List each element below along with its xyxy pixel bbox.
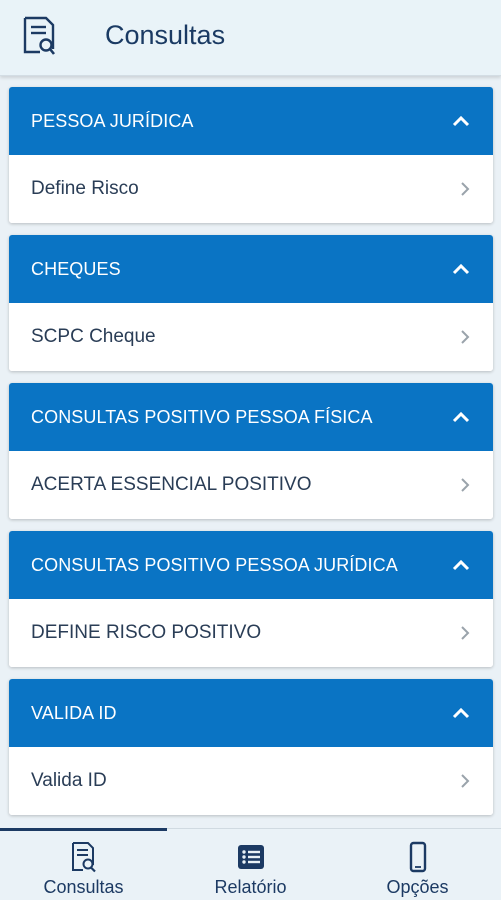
- list-icon: [237, 845, 264, 869]
- section-card: CONSULTAS POSITIVO PESSOA FÍSICA ACERTA …: [9, 383, 493, 519]
- chevron-up-icon: [452, 115, 470, 127]
- nav-item-relatorio[interactable]: Relatório: [167, 829, 334, 900]
- section-item-label: DEFINE RISCO POSITIVO: [31, 622, 262, 643]
- section-header-label: CHEQUES: [31, 258, 121, 279]
- section-card: CONSULTAS POSITIVO PESSOA JURÍDICA DEFIN…: [9, 531, 493, 667]
- section-item[interactable]: Define Risco: [9, 155, 493, 223]
- phone-icon: [409, 841, 426, 873]
- section-header-label: CONSULTAS POSITIVO PESSOA JURÍDICA: [31, 554, 398, 575]
- section-header-label: PESSOA JURÍDICA: [31, 110, 194, 131]
- chevron-up-icon: [452, 263, 470, 275]
- section-item[interactable]: ACERTA ESSENCIAL POSITIVO: [9, 451, 493, 519]
- section-header[interactable]: CONSULTAS POSITIVO PESSOA JURÍDICA: [9, 531, 493, 599]
- document-search-icon: [23, 16, 56, 55]
- chevron-up-icon: [452, 559, 470, 571]
- page-title: Consultas: [105, 20, 226, 50]
- section-card: CHEQUES SCPC Cheque: [9, 235, 493, 371]
- chevron-right-icon: [461, 330, 470, 344]
- section-item-label: SCPC Cheque: [31, 326, 156, 347]
- section-item-label: ACERTA ESSENCIAL POSITIVO: [31, 474, 312, 495]
- chevron-right-icon: [461, 478, 470, 492]
- section-item[interactable]: DEFINE RISCO POSITIVO: [9, 599, 493, 667]
- section-header[interactable]: CONSULTAS POSITIVO PESSOA FÍSICA: [9, 383, 493, 451]
- section-header[interactable]: VALIDA ID: [9, 679, 493, 747]
- document-search-icon: [71, 842, 96, 873]
- section-header-label: CONSULTAS POSITIVO PESSOA FÍSICA: [31, 406, 373, 427]
- section-header[interactable]: PESSOA JURÍDICA: [9, 87, 493, 155]
- chevron-right-icon: [461, 626, 470, 640]
- nav-item-consultas[interactable]: Consultas: [0, 828, 167, 900]
- section-card: PESSOA JURÍDICA Define Risco: [9, 87, 493, 223]
- app-bar: Consultas: [0, 0, 501, 76]
- section-card: VALIDA ID Valida ID: [9, 679, 493, 815]
- section-item[interactable]: SCPC Cheque: [9, 303, 493, 371]
- chevron-up-icon: [452, 411, 470, 423]
- nav-label: Opções: [386, 877, 449, 897]
- section-item[interactable]: Valida ID: [9, 747, 493, 815]
- nav-item-opcoes[interactable]: Opções: [334, 829, 501, 900]
- nav-label: Consultas: [43, 877, 124, 897]
- section-item-label: Valida ID: [31, 770, 107, 791]
- chevron-up-icon: [452, 707, 470, 719]
- section-header[interactable]: CHEQUES: [9, 235, 493, 303]
- bottom-nav: Consultas Relatório Opções: [0, 828, 501, 900]
- section-header-label: VALIDA ID: [31, 702, 117, 723]
- chevron-right-icon: [461, 182, 470, 196]
- nav-label: Relatório: [214, 877, 287, 897]
- chevron-right-icon: [461, 774, 470, 788]
- section-item-label: Define Risco: [31, 178, 139, 199]
